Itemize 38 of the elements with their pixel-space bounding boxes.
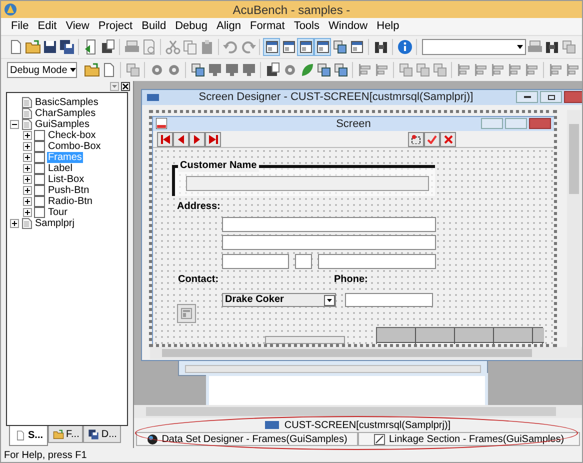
window-title: AcuBench - samples - xyxy=(232,2,350,18)
menu-item[interactable]: Debug xyxy=(175,18,208,35)
menu-item[interactable]: Build xyxy=(142,18,166,35)
window-tab[interactable]: Linkage Section - Frames(GuiSamples) xyxy=(358,432,580,446)
tree-item[interactable]: Push-Btn xyxy=(47,185,90,196)
mode-dropdown[interactable]: Debug Mode xyxy=(7,62,77,78)
field-label: Contact: xyxy=(178,274,219,286)
menu-item[interactable]: Tools xyxy=(294,18,320,35)
menu-item[interactable]: View xyxy=(66,18,90,35)
tree-item[interactable]: Radio-Btn xyxy=(47,196,94,207)
menu-item[interactable]: File xyxy=(11,18,29,35)
field-label: Phone: xyxy=(334,274,368,286)
tree-item[interactable]: GuiSamples xyxy=(34,119,90,130)
menu-item[interactable]: Window xyxy=(328,18,368,35)
window-title: Screen Designer - CUST-SCREEN[custmrsql(Samplprj)] xyxy=(198,90,474,106)
tree-item[interactable]: CharSamples xyxy=(34,108,97,119)
tree-item[interactable]: Combo-Box xyxy=(47,141,102,152)
menu-item[interactable]: Help xyxy=(376,18,400,35)
status-text: For Help, press F1 xyxy=(4,449,87,463)
panel-tab[interactable]: F... xyxy=(48,426,84,443)
menu-item[interactable]: Project xyxy=(98,18,133,35)
menu-item[interactable]: Align xyxy=(216,18,241,35)
tree-item[interactable]: Check-box xyxy=(47,130,97,141)
tree-item[interactable]: BasicSamples xyxy=(34,97,100,108)
tree-item[interactable]: Tour xyxy=(47,207,68,218)
menu-item[interactable]: Edit xyxy=(38,18,57,35)
panel-tab[interactable]: D... xyxy=(83,426,121,443)
tree-item[interactable]: List-Box xyxy=(47,174,86,185)
contact-dropdown[interactable]: Drake Coker xyxy=(222,293,336,307)
panel-tab[interactable]: S... xyxy=(9,426,48,446)
frame-title: Customer Name xyxy=(178,160,259,172)
tree-item[interactable]: Samplprj xyxy=(34,218,76,229)
window-tab[interactable]: Data Set Designer - Frames(GuiSamples) xyxy=(136,432,358,446)
document-tab[interactable]: CUST-SCREEN[custmrsql(Samplprj)] xyxy=(265,418,451,432)
field-label: Address: xyxy=(177,201,220,213)
tree-item[interactable]: Label xyxy=(47,163,74,174)
window-title: Screen xyxy=(336,116,371,132)
menu-item[interactable]: Format xyxy=(250,18,285,35)
